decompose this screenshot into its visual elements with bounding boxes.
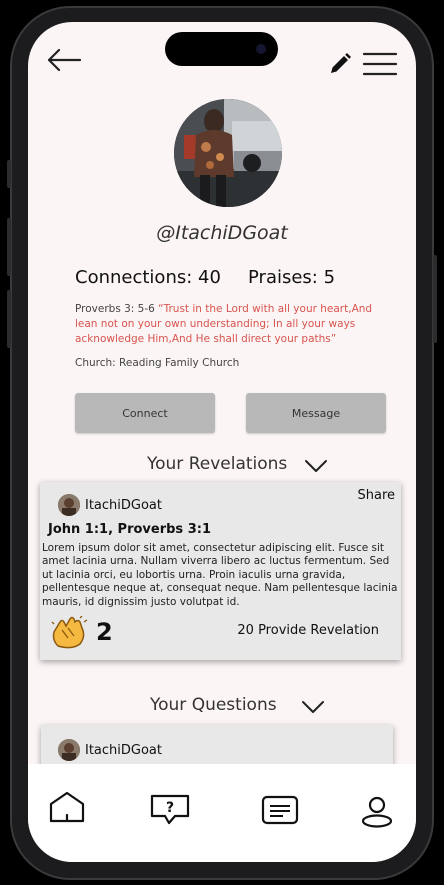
chevron-down-icon[interactable] <box>304 458 328 474</box>
revelation-body: Lorem ipsum dolor sit amet, consectetur … <box>42 542 398 608</box>
church-label: Church: Reading Family Church <box>75 357 240 369</box>
chevron-down-icon[interactable] <box>301 699 325 715</box>
message-icon[interactable] <box>261 795 299 825</box>
card-avatar <box>58 494 80 516</box>
user-photo-icon <box>58 739 80 761</box>
arrow-left-icon[interactable] <box>46 48 82 72</box>
svg-text:?: ? <box>166 800 174 816</box>
scripture-references: John 1:1, Proverbs 3:1 <box>48 522 211 537</box>
connections-count[interactable]: Connections: 40 <box>75 267 221 288</box>
verse-reference: Proverbs 3: 5-6 <box>75 303 155 315</box>
questions-title[interactable]: Your Questions <box>150 695 277 715</box>
side-button-silent <box>7 160 11 188</box>
side-button-volume-up <box>7 218 11 276</box>
username: @ItachiDGoat <box>156 222 288 244</box>
bottom-tab-bar: ? <box>28 764 416 862</box>
favorite-verse: Proverbs 3: 5-6 “Trust in the Lord with … <box>75 302 380 347</box>
provide-revelation-link[interactable]: 20 Provide Revelation <box>237 623 379 638</box>
question-chat-icon[interactable]: ? <box>149 792 191 826</box>
dynamic-island <box>165 32 278 66</box>
card-avatar <box>58 739 80 761</box>
profile-icon[interactable] <box>360 796 394 828</box>
clap-count: 2 <box>96 618 113 646</box>
share-button[interactable]: Share <box>357 488 395 503</box>
revelation-card[interactable]: ItachiDGoat Share John 1:1, Proverbs 3:1… <box>40 482 401 660</box>
connect-button[interactable]: Connect <box>75 393 215 433</box>
card-username[interactable]: ItachiDGoat <box>85 743 162 758</box>
revelations-title[interactable]: Your Revelations <box>147 454 287 474</box>
profile-avatar[interactable] <box>174 99 282 207</box>
user-photo-icon <box>58 494 80 516</box>
card-username[interactable]: ItachiDGoat <box>85 498 162 513</box>
pencil-icon[interactable] <box>328 52 352 76</box>
home-icon[interactable] <box>48 790 86 824</box>
side-button-volume-down <box>7 290 11 348</box>
praises-count: Praises: 5 <box>248 267 336 288</box>
avatar-photo-icon <box>174 99 282 207</box>
hamburger-menu-icon[interactable] <box>362 51 398 77</box>
side-button-power <box>433 255 437 343</box>
camera-icon <box>256 44 266 54</box>
message-button[interactable]: Message <box>246 393 386 433</box>
screen: @ItachiDGoat Connections: 40 Praises: 5 … <box>28 22 416 862</box>
clapping-hands-icon[interactable] <box>50 616 88 650</box>
